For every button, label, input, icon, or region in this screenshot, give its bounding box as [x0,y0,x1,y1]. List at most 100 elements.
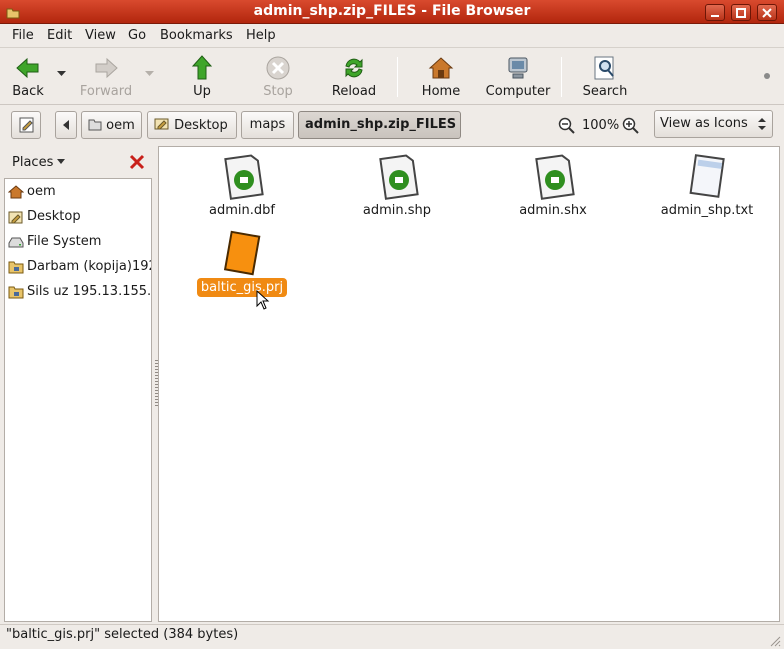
back-label: Back [12,84,44,99]
zoom-level[interactable]: 100% [582,118,619,133]
home-folder-icon [88,119,102,131]
orange-file-icon [223,230,261,276]
maximize-button[interactable] [731,4,751,21]
menu-bookmarks[interactable]: Bookmarks [160,28,233,43]
home-label: Home [421,84,461,99]
up-label: Up [193,84,211,99]
file-label: admin.dbf [209,203,275,218]
menu-bar: File Edit View Go Bookmarks Help [0,24,784,48]
view-mode-select[interactable]: View as Icons [654,110,773,138]
menu-view[interactable]: View [85,28,116,43]
close-window-button[interactable] [757,4,777,21]
resize-grip-icon[interactable] [769,635,781,647]
file-view[interactable]: admin.dbf admin.shp admin.shx admin_shp.… [158,146,780,622]
places-dropdown[interactable]: Places [4,149,74,175]
places-sidebar: oem Desktop File System Darbam (kopija)1… [4,178,152,622]
desktop-icon [154,118,169,130]
search-label: Search [582,84,628,99]
sidebar-item-label: Desktop [27,209,81,224]
close-icon [762,8,772,18]
file-label: baltic_gis.prj [172,278,312,297]
drive-icon [8,237,24,248]
up-button[interactable]: Up [182,53,222,101]
back-button[interactable]: Back [6,53,50,101]
toggle-location-entry-button[interactable] [11,111,41,139]
text-file-icon [689,154,725,198]
minimize-button[interactable] [705,4,725,21]
stop-icon [266,56,290,80]
computer-label: Computer [485,84,551,99]
home-folder-icon [8,185,24,199]
stop-button[interactable]: Stop [258,53,298,101]
gnome-file-icon [535,154,575,200]
file-admin-shp-txt[interactable]: admin_shp.txt [637,150,777,230]
back-arrow-icon [16,57,39,79]
sidebar-item-oem[interactable]: oem [5,181,151,203]
menu-help[interactable]: Help [246,28,276,43]
network-share-icon [8,261,24,274]
stop-label: Stop [263,84,293,99]
file-admin-shx[interactable]: admin.shx [483,150,623,230]
forward-arrow-icon [95,57,118,79]
places-label: Places [12,155,54,170]
spinner-arrows-icon [758,118,766,130]
computer-icon [508,57,528,79]
forward-history-dropdown-icon[interactable] [145,71,155,77]
status-bar: "baltic_gis.prj" selected (384 bytes) [0,624,784,649]
sidebar-header: Places [4,147,152,177]
edit-location-icon [19,117,34,133]
crumb-label: Desktop [174,118,228,133]
sidebar-item-sils[interactable]: Sils uz 195.13.155.2 [5,281,152,303]
search-button[interactable]: Search [580,53,630,101]
crumb-label: maps [249,117,286,132]
title-bar[interactable]: admin_shp.zip_FILES - File Browser [0,0,784,24]
file-baltic-gis-prj[interactable]: baltic_gis.prj [172,227,312,307]
zoom-in-icon[interactable] [622,117,640,135]
menu-go[interactable]: Go [128,28,146,43]
home-icon [428,57,454,79]
crumb-oem[interactable]: oem [81,111,142,139]
mouse-cursor-icon [256,290,270,310]
file-label: admin.shx [519,203,587,218]
home-button[interactable]: Home [418,53,464,101]
crumb-maps[interactable]: maps [241,111,294,139]
file-label: admin.shp [362,203,432,218]
crumb-admin-shp-zip-files[interactable]: admin_shp.zip_FILES [298,111,461,139]
up-arrow-icon [191,55,213,80]
computer-button[interactable]: Computer [484,53,552,101]
forward-label: Forward [79,84,133,99]
toolbar-separator [397,57,398,97]
crumb-label: oem [106,118,135,133]
sidebar-item-file-system[interactable]: File System [5,231,151,253]
sidebar-item-label: File System [27,234,102,249]
gnome-file-icon [379,154,419,200]
maximize-icon [736,8,746,18]
gnome-file-icon [224,154,264,200]
file-admin-dbf[interactable]: admin.dbf [172,150,312,230]
view-mode-label: View as Icons [660,116,748,131]
crumb-desktop[interactable]: Desktop [147,111,237,139]
sidebar-item-desktop[interactable]: Desktop [5,206,151,228]
zoom-out-icon[interactable] [558,117,576,135]
close-sidebar-icon[interactable] [129,154,145,170]
toolbar: Back Forward Up Stop Reload Home Compute… [0,49,784,105]
menu-file[interactable]: File [12,28,34,43]
chevron-left-icon [63,120,69,130]
network-share-icon [8,286,24,299]
sidebar-item-label: oem [27,184,56,199]
path-scroll-left-button[interactable] [55,111,77,139]
sidebar-item-label: Darbam (kopija)192 [27,259,152,274]
back-history-dropdown-icon[interactable] [57,71,67,77]
file-admin-shp[interactable]: admin.shp [327,150,467,230]
sidebar-item-darbam[interactable]: Darbam (kopija)192 [5,256,152,278]
search-icon [594,56,614,80]
desktop-icon [8,211,23,224]
toolbar-separator [561,57,562,97]
menu-edit[interactable]: Edit [47,28,72,43]
throbber-icon [764,73,770,79]
sidebar-item-label: Sils uz 195.13.155.2 [27,284,152,299]
forward-button[interactable]: Forward [78,53,134,101]
reload-button[interactable]: Reload [330,53,378,101]
crumb-label: admin_shp.zip_FILES [305,117,457,132]
chevron-down-icon [57,159,66,164]
